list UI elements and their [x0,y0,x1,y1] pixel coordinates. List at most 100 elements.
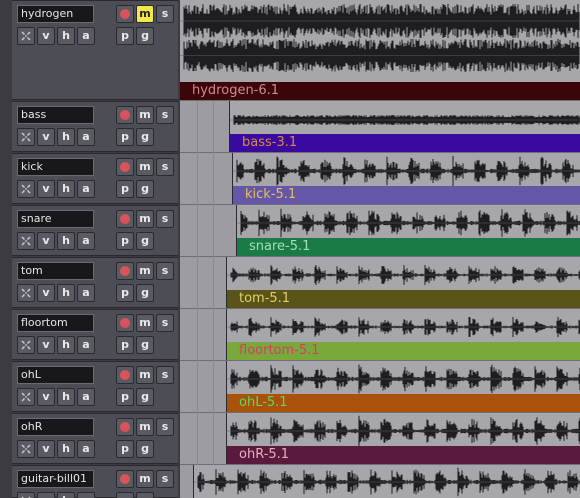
group-button[interactable]: g [136,27,154,45]
hide-button[interactable]: h [57,180,75,198]
automation-menu-button[interactable]: a [77,232,95,250]
playlist-button[interactable]: p [116,440,134,458]
track-header-hydrogen[interactable]: hydrogen m s v h a p g [0,0,178,100]
group-button[interactable]: g [136,336,154,354]
audio-region-snare[interactable]: snare-5.1 [236,205,580,256]
solo-button[interactable]: s [156,5,174,23]
group-button[interactable]: g [136,492,154,498]
automation-button[interactable] [17,336,35,354]
solo-button[interactable]: s [156,418,174,436]
automation-menu-button[interactable]: a [77,388,95,406]
region-name-label[interactable]: ohR-5.1 [227,446,580,464]
region-name-label[interactable]: hydrogen-6.1 [180,82,580,100]
automation-menu-button[interactable]: a [77,440,95,458]
solo-button[interactable]: s [156,470,174,488]
automation-button[interactable] [17,232,35,250]
view-button[interactable]: v [37,284,55,302]
region-name-label[interactable]: snare-5.1 [237,238,580,256]
playlist-button[interactable]: p [116,388,134,406]
group-button[interactable]: g [136,232,154,250]
automation-menu-button[interactable]: a [77,336,95,354]
record-arm-button[interactable] [116,158,134,176]
hide-button[interactable]: h [57,232,75,250]
region-name-label[interactable]: ohL-5.1 [227,394,580,412]
track-header-guitar-bill01[interactable]: guitar-bill01 ms vha pg [0,465,178,498]
track-name-field[interactable]: floortom [17,314,94,332]
automation-button[interactable] [17,180,35,198]
view-button[interactable]: v [37,492,55,498]
playlist-button[interactable]: p [116,336,134,354]
region-name-label[interactable]: tom-5.1 [227,290,580,308]
hide-button[interactable]: h [57,440,75,458]
hide-button[interactable]: h [57,284,75,302]
automation-menu-button[interactable]: a [77,492,95,498]
record-arm-button[interactable] [116,366,134,384]
record-arm-button[interactable] [116,262,134,280]
view-button[interactable]: v [37,128,55,146]
automation-button[interactable] [17,284,35,302]
audio-region-guitar-bill01[interactable] [193,465,580,498]
track-header-ohL[interactable]: ohL m s v h a p g [0,361,178,412]
track-name-field[interactable]: ohR [17,418,94,436]
solo-button[interactable]: s [156,262,174,280]
audio-region-kick[interactable]: kick-5.1 [232,153,580,204]
group-button[interactable]: g [136,388,154,406]
playlist-button[interactable]: p [116,27,134,45]
mute-button[interactable]: m [136,314,154,332]
automation-button[interactable] [17,388,35,406]
playlist-button[interactable]: p [116,180,134,198]
mute-button[interactable]: m [136,470,154,488]
mute-button[interactable]: m [136,418,154,436]
automation-button[interactable] [17,440,35,458]
hide-button[interactable]: h [57,27,75,45]
view-button[interactable]: v [37,336,55,354]
record-arm-button[interactable] [116,418,134,436]
track-header-snare[interactable]: snare m s v h a p g [0,205,178,256]
track-header-bass[interactable]: bass m s v h a p g [0,101,178,152]
track-header-ohR[interactable]: ohR m s v h a p g [0,413,178,464]
solo-button[interactable]: s [156,314,174,332]
record-arm-button[interactable] [116,314,134,332]
automation-button[interactable] [17,27,35,45]
region-name-label[interactable]: kick-5.1 [233,186,580,204]
automation-button[interactable] [17,492,35,498]
track-header-tom[interactable]: tom m s v h a p g [0,257,178,308]
mute-button[interactable]: m [136,5,154,23]
playlist-button[interactable]: p [116,492,134,498]
track-header-kick[interactable]: kick m s v h a p g [0,153,178,204]
track-name-field[interactable]: ohL [17,366,94,384]
automation-button[interactable] [17,128,35,146]
view-button[interactable]: v [37,180,55,198]
group-button[interactable]: g [136,284,154,302]
solo-button[interactable]: s [156,106,174,124]
mute-button[interactable]: m [136,262,154,280]
track-name-field[interactable]: kick [17,158,94,176]
group-button[interactable]: g [136,180,154,198]
track-header-floortom[interactable]: floortom m s v h a p g [0,309,178,360]
record-arm-button[interactable] [116,5,134,23]
playlist-button[interactable]: p [116,128,134,146]
audio-region-floortom[interactable]: floortom-5.1 [226,309,580,360]
automation-menu-button[interactable]: a [77,180,95,198]
track-name-field[interactable]: hydrogen [17,5,94,23]
track-name-field[interactable]: guitar-bill01 [17,470,94,488]
audio-region-ohR[interactable]: ohR-5.1 [226,413,580,464]
track-name-field[interactable]: tom [17,262,94,280]
mute-button[interactable]: m [136,158,154,176]
view-button[interactable]: v [37,27,55,45]
hide-button[interactable]: h [57,336,75,354]
solo-button[interactable]: s [156,210,174,228]
playlist-button[interactable]: p [116,284,134,302]
audio-region-tom[interactable]: tom-5.1 [226,257,580,308]
mute-button[interactable]: m [136,210,154,228]
automation-menu-button[interactable]: a [77,27,95,45]
audio-region-bass[interactable]: bass-3.1 [229,101,580,152]
group-button[interactable]: g [136,440,154,458]
solo-button[interactable]: s [156,158,174,176]
solo-button[interactable]: s [156,366,174,384]
automation-menu-button[interactable]: a [77,128,95,146]
record-arm-button[interactable] [116,210,134,228]
hide-button[interactable]: h [57,388,75,406]
record-arm-button[interactable] [116,106,134,124]
group-button[interactable]: g [136,128,154,146]
